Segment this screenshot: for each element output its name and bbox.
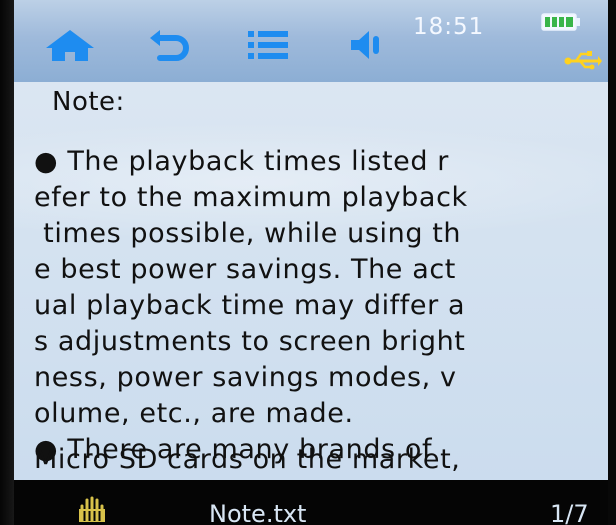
battery-full-icon (541, 13, 580, 31)
volume-icon[interactable] (347, 28, 391, 62)
text-line: times possible, while using th (34, 218, 462, 249)
clock: 18:51 (413, 14, 485, 40)
text-line: e best power savings. The act (34, 254, 456, 285)
device-bezel-left (0, 0, 14, 525)
file-name: Note.txt (209, 500, 307, 525)
toolbar: 18:51 (14, 0, 608, 82)
back-icon[interactable] (148, 28, 192, 62)
status-footer: Note.txt 1/7 (14, 480, 608, 525)
device-screen: 18:51 Note: ● The playback times listed … (14, 0, 608, 525)
text-line: ual playback time may differ a (34, 290, 466, 321)
device-bezel-right (608, 0, 616, 525)
text-line: ness, power savings modes, v (34, 362, 457, 393)
text-line: olume, etc., are made. (34, 398, 354, 429)
text-line: Micro SD cards on the market, (34, 444, 461, 475)
text-line: efer to the maximum playback (34, 182, 468, 213)
text-line: ● The playback times listed r (34, 146, 449, 177)
page-indicator: 1/7 (550, 500, 589, 525)
text-line: s adjustments to screen bright (34, 326, 466, 357)
note-heading: Note: (52, 87, 125, 117)
hand-icon[interactable] (74, 492, 110, 522)
home-icon[interactable] (44, 28, 96, 62)
text-viewer[interactable]: Note: ● The playback times listed r efer… (14, 82, 608, 480)
usb-icon (564, 51, 602, 70)
list-icon[interactable] (246, 28, 290, 62)
